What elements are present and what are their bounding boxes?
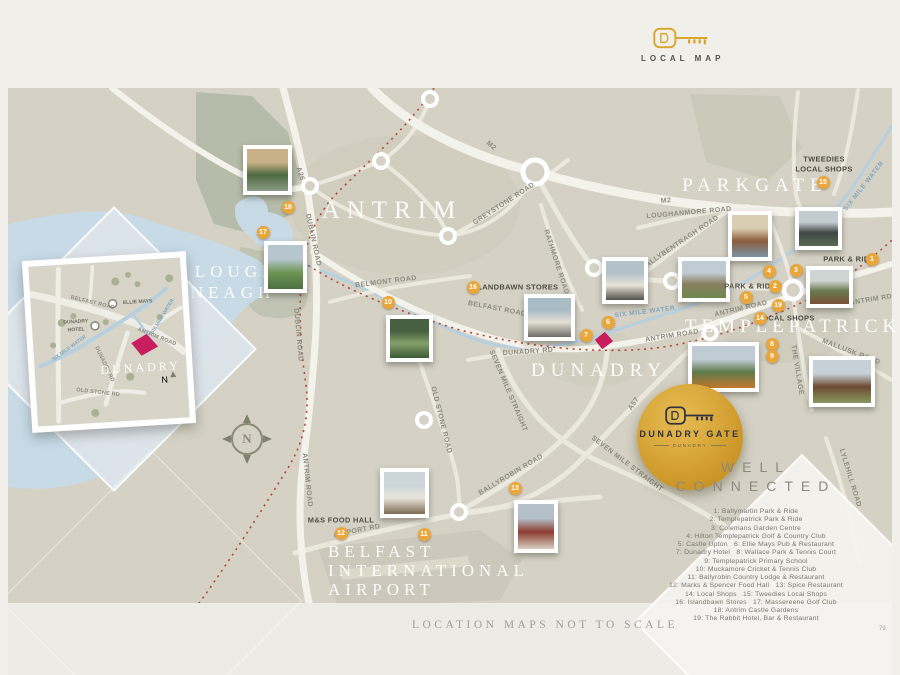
compass-north-pointer: [243, 414, 251, 423]
development-subtitle: DUNADRY: [654, 443, 727, 448]
legend-item: 14: Local Shops 15: Tweedies Local Shops: [640, 591, 872, 599]
compass-east-pointer: [263, 435, 272, 443]
compass-south-pointer: [243, 455, 251, 464]
legend-item: 12: Marks & Spencer Food Hall 13: Spice …: [640, 582, 872, 590]
inset-compass-rose: N: [161, 373, 186, 398]
inset-map: BELFAST ROADELLIE MAYSDUNADRYHOTELANTRIM…: [22, 251, 196, 433]
brand-logo: LOCAL MAP: [641, 26, 721, 63]
legend-list: 1: Ballymartin Park & Ride2: Templepatri…: [640, 508, 872, 624]
page: LOCAL MAP: [0, 0, 900, 675]
legend-item: 9: Templepatrick Primary School: [640, 558, 872, 566]
development-name: DUNADRY GATE: [639, 429, 740, 439]
brand-title: LOCAL MAP: [641, 54, 721, 63]
legend-item: 16: Islandbawn Stores 17: Massereene Gol…: [640, 599, 872, 607]
key-icon: [653, 26, 709, 50]
legend-panel: WELLCONNECTED 1: Ballymartin Park & Ride…: [640, 458, 872, 624]
compass-rose: N: [226, 418, 268, 460]
legend-item: 1: Ballymartin Park & Ride: [640, 508, 872, 516]
legend-item: 10: Muckamore Cricket & Tennis Club: [640, 566, 872, 574]
legend-item: 4: Hilton Templepatrick Golf & Country C…: [640, 533, 872, 541]
legend-item: 3: Colemans Garden Centre: [640, 525, 872, 533]
legend-item: 5: Castle Upton 6: Ellie Mays Pub & Rest…: [640, 541, 872, 549]
legend-item: 7: Dunadry Hotel 8: Wallace Park & Tenni…: [640, 549, 872, 557]
page-number: 79: [879, 626, 886, 632]
compass-north-pointer: [170, 371, 176, 377]
legend-item: 18: Antrim Castle Gardens: [640, 607, 872, 615]
key-icon: [665, 405, 715, 426]
inset-label-hotel: HOTEL: [68, 326, 85, 333]
compass-west-pointer: [222, 435, 231, 443]
legend-item: 2: Templepatrick Park & Ride: [640, 516, 872, 524]
legend-title-line: WELL: [640, 458, 872, 477]
compass-north-letter: N: [242, 431, 251, 447]
legend-item: 11: Ballyrobin Country Lodge & Restauran…: [640, 574, 872, 582]
legend-title-line: CONNECTED: [640, 477, 872, 496]
compass-north-letter: N: [161, 374, 168, 384]
scale-note: LOCATION MAPS NOT TO SCALE: [412, 619, 678, 631]
legend-title: WELLCONNECTED: [640, 458, 872, 496]
